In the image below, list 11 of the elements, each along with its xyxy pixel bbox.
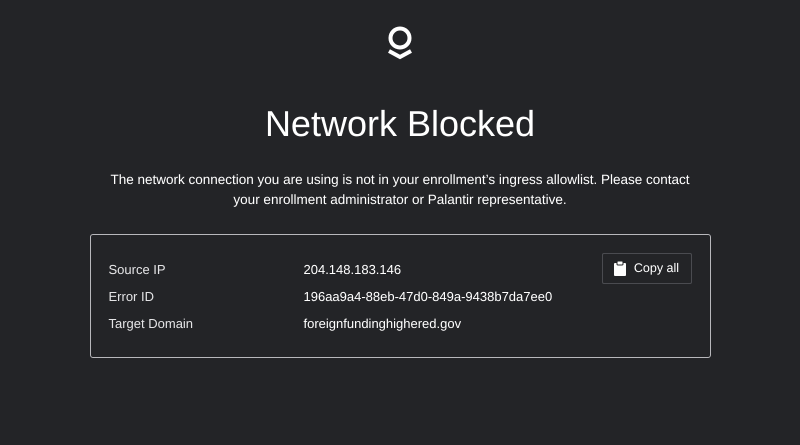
detail-label: Source IP	[108, 261, 167, 279]
detail-value: 196aa9a4-88eb-47d0-849a-9438b7da7ee0	[304, 288, 552, 306]
page-title: Network Blocked	[264, 102, 536, 146]
logo-icon	[385, 25, 415, 61]
clipboard-icon	[614, 261, 626, 276]
detail-label: Error ID	[108, 288, 155, 306]
detail-value: 204.148.183.146	[304, 261, 402, 279]
detail-value: foreignfundinghighered.gov	[304, 315, 462, 333]
detail-label: Target Domain	[108, 315, 194, 333]
message-text: The network connection you are using is not in your enrollment’s ingress allowlist. Please contact your enrollment administrator or Palantir representative.	[109, 171, 691, 209]
copy-all-button[interactable]: Copy all	[602, 253, 692, 284]
